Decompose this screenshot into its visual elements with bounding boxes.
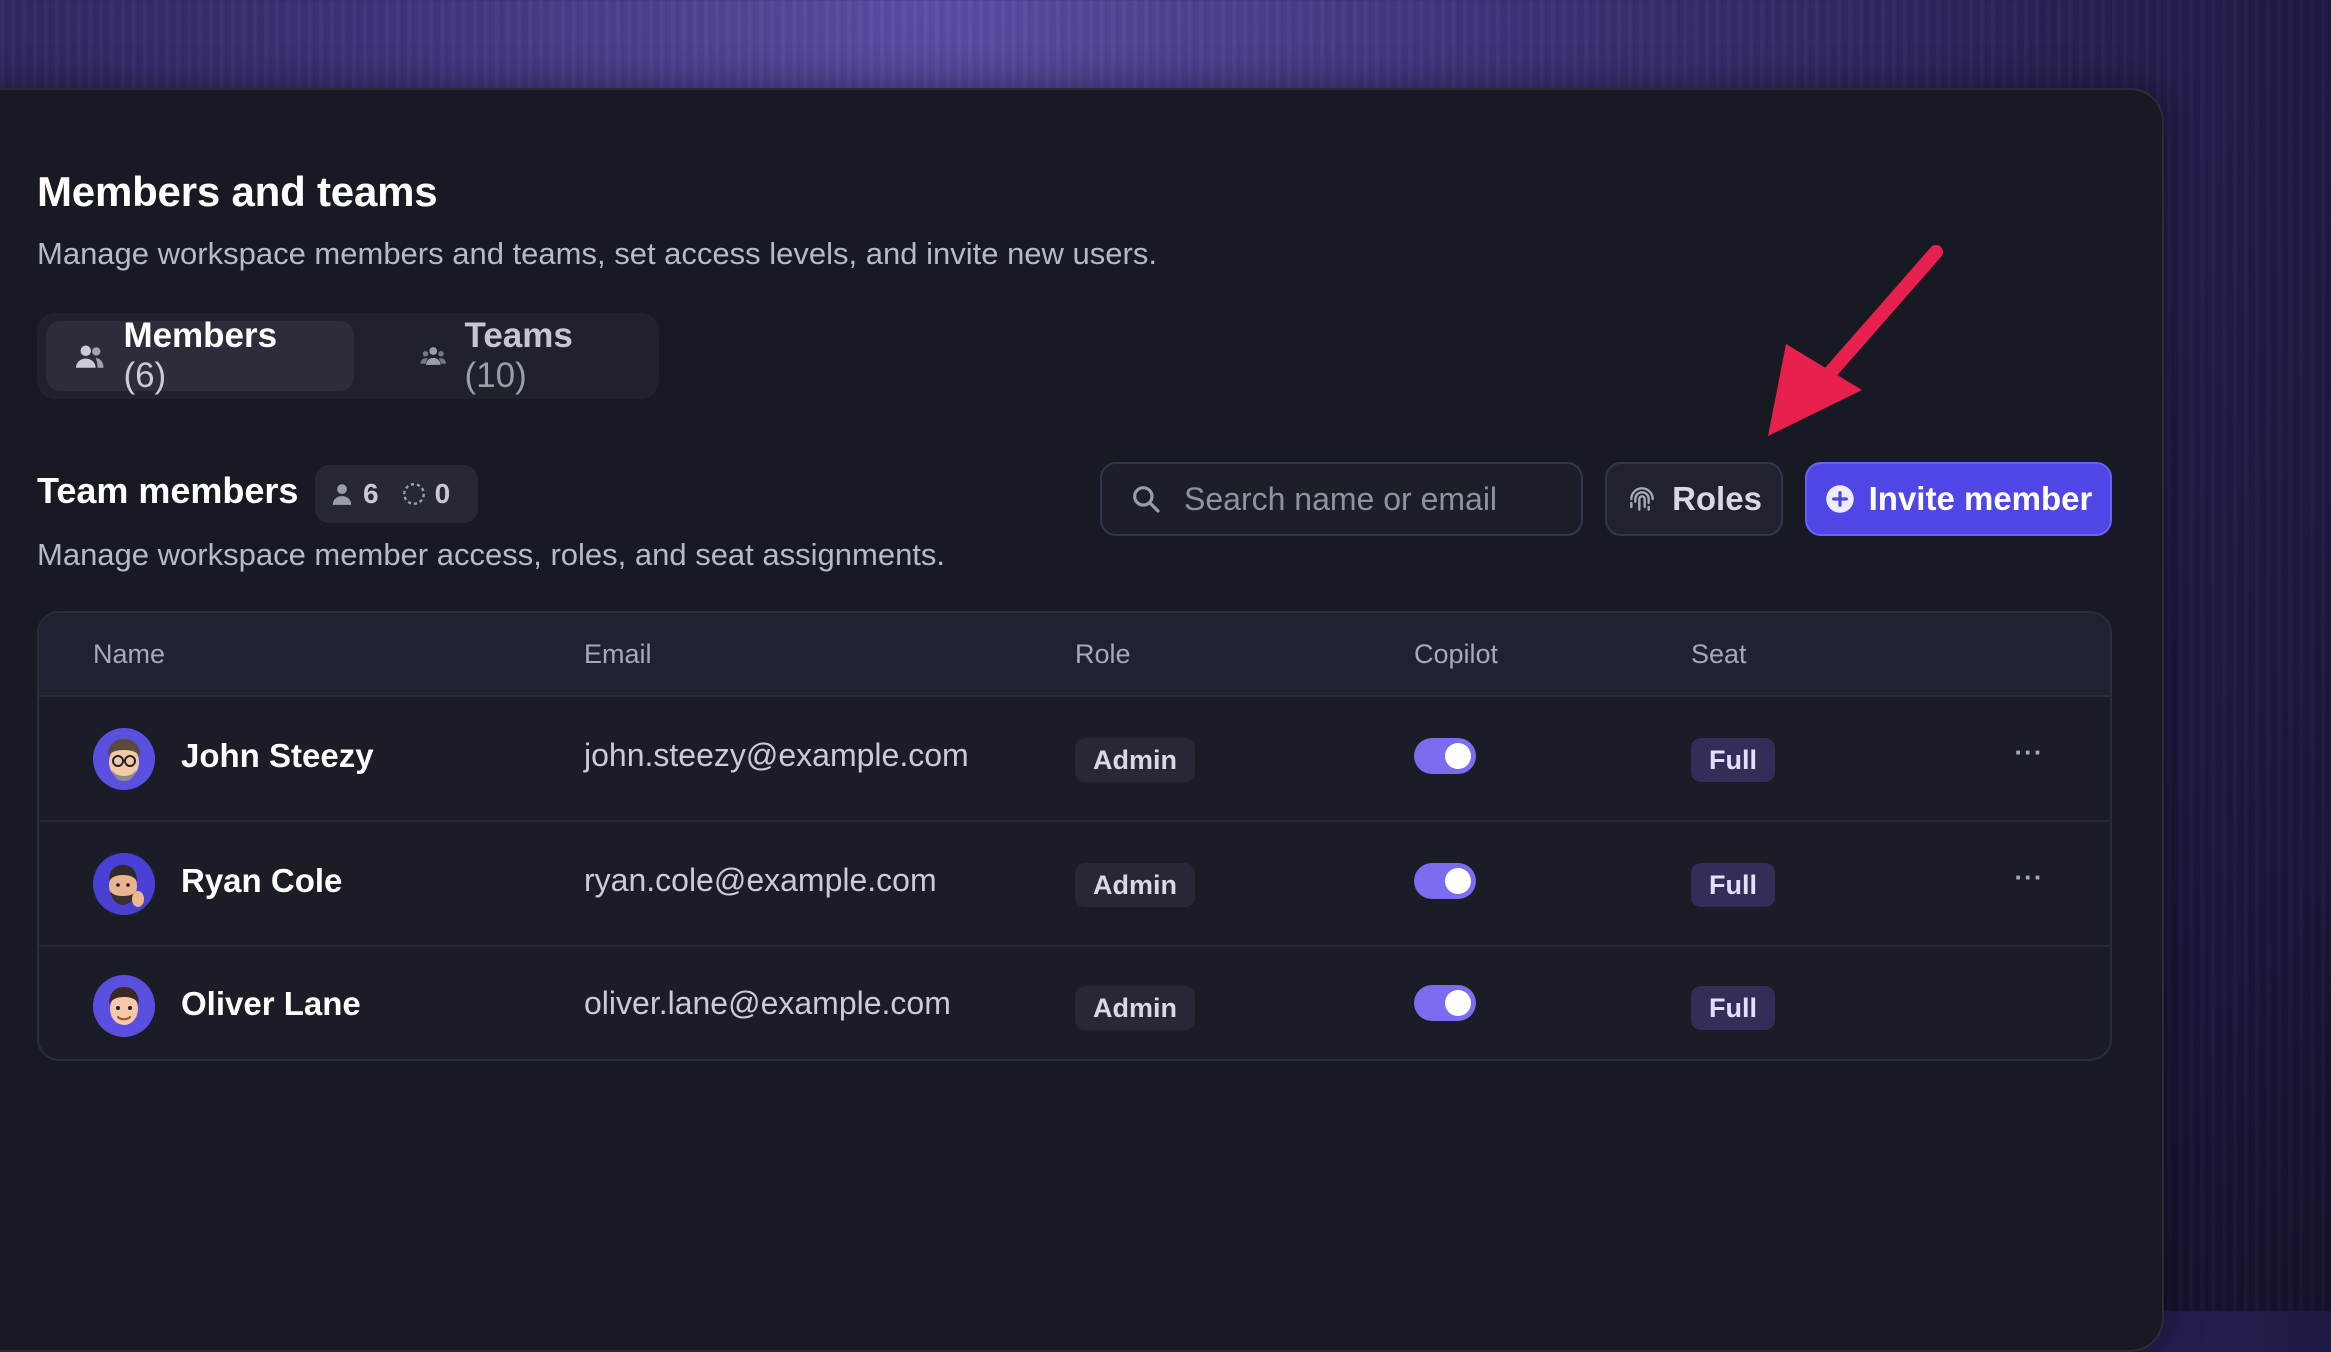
tab-members-label: Members xyxy=(123,316,278,355)
table-header: Name Email Role Copilot Seat xyxy=(39,613,2110,697)
seat-badge[interactable]: Full xyxy=(1691,863,1775,907)
team-icon xyxy=(420,347,446,365)
copilot-toggle[interactable] xyxy=(1414,985,1476,1021)
avatar xyxy=(93,853,155,915)
pending-count: 0 xyxy=(434,478,451,509)
table-row[interactable]: Oliver Lane oliver.lane@example.com Admi… xyxy=(39,947,2110,1059)
column-header-name[interactable]: Name xyxy=(93,639,165,670)
seat-badge[interactable]: Full xyxy=(1691,738,1775,782)
copilot-toggle[interactable] xyxy=(1414,738,1476,774)
active-count: 6 xyxy=(363,478,379,509)
plus-circle-icon xyxy=(1825,485,1854,513)
annotation-arrow-icon xyxy=(1768,245,1943,436)
roles-button-label: Roles xyxy=(1672,480,1762,517)
page-subtitle: Manage workspace members and teams, set … xyxy=(37,236,1157,271)
page-title: Members and teams xyxy=(37,168,438,215)
fingerprint-icon xyxy=(1630,487,1654,511)
avatar xyxy=(93,975,155,1037)
table-row[interactable]: Ryan Cole ryan.cole@example.com Admin Fu… xyxy=(39,822,2110,947)
invite-member-button[interactable]: Invite member xyxy=(1805,462,2112,536)
member-name: John Steezy xyxy=(181,737,374,774)
column-header-seat[interactable]: Seat xyxy=(1691,639,1747,670)
role-badge[interactable]: Admin xyxy=(1075,738,1195,782)
member-email: john.steezy@example.com xyxy=(584,737,969,773)
member-stats-badge: 6 0 xyxy=(315,465,478,523)
member-email: oliver.lane@example.com xyxy=(584,985,951,1021)
tab-teams[interactable]: Teams (10) xyxy=(392,316,642,395)
column-header-copilot[interactable]: Copilot xyxy=(1414,639,1498,670)
member-email: ryan.cole@example.com xyxy=(584,862,937,898)
column-header-email[interactable]: Email xyxy=(584,639,652,670)
users-icon xyxy=(75,345,104,368)
tab-teams-label: Teams xyxy=(464,316,573,355)
members-table: Name Email Role Copilot Seat John Steezy… xyxy=(37,611,2112,1061)
section-title: Team members xyxy=(37,470,299,511)
more-actions-icon[interactable]: ··· xyxy=(2009,862,2049,892)
tab-members-count: (6) xyxy=(123,356,167,395)
column-header-role[interactable]: Role xyxy=(1075,639,1131,670)
member-name: Ryan Cole xyxy=(181,862,343,899)
tab-bar: Members (6) Teams (10) xyxy=(37,313,659,399)
tab-teams-count: (10) xyxy=(464,356,527,395)
more-actions-icon[interactable]: ··· xyxy=(2009,737,2049,767)
search-field[interactable] xyxy=(1100,462,1583,536)
role-badge[interactable]: Admin xyxy=(1075,986,1195,1030)
user-icon xyxy=(332,484,352,505)
role-badge[interactable]: Admin xyxy=(1075,863,1195,907)
copilot-toggle[interactable] xyxy=(1414,863,1476,899)
seat-badge[interactable]: Full xyxy=(1691,986,1775,1030)
section-subtitle: Manage workspace member access, roles, a… xyxy=(37,537,946,572)
pending-icon xyxy=(402,483,425,505)
member-name: Oliver Lane xyxy=(181,985,361,1022)
avatar xyxy=(93,728,155,790)
invite-member-label: Invite member xyxy=(1868,480,2093,517)
search-icon xyxy=(1133,486,1160,513)
roles-button[interactable]: Roles xyxy=(1605,462,1783,536)
table-row[interactable]: John Steezy john.steezy@example.com Admi… xyxy=(39,697,2110,822)
search-input[interactable] xyxy=(1182,479,1546,519)
tab-members[interactable]: Members (6) xyxy=(46,316,354,395)
